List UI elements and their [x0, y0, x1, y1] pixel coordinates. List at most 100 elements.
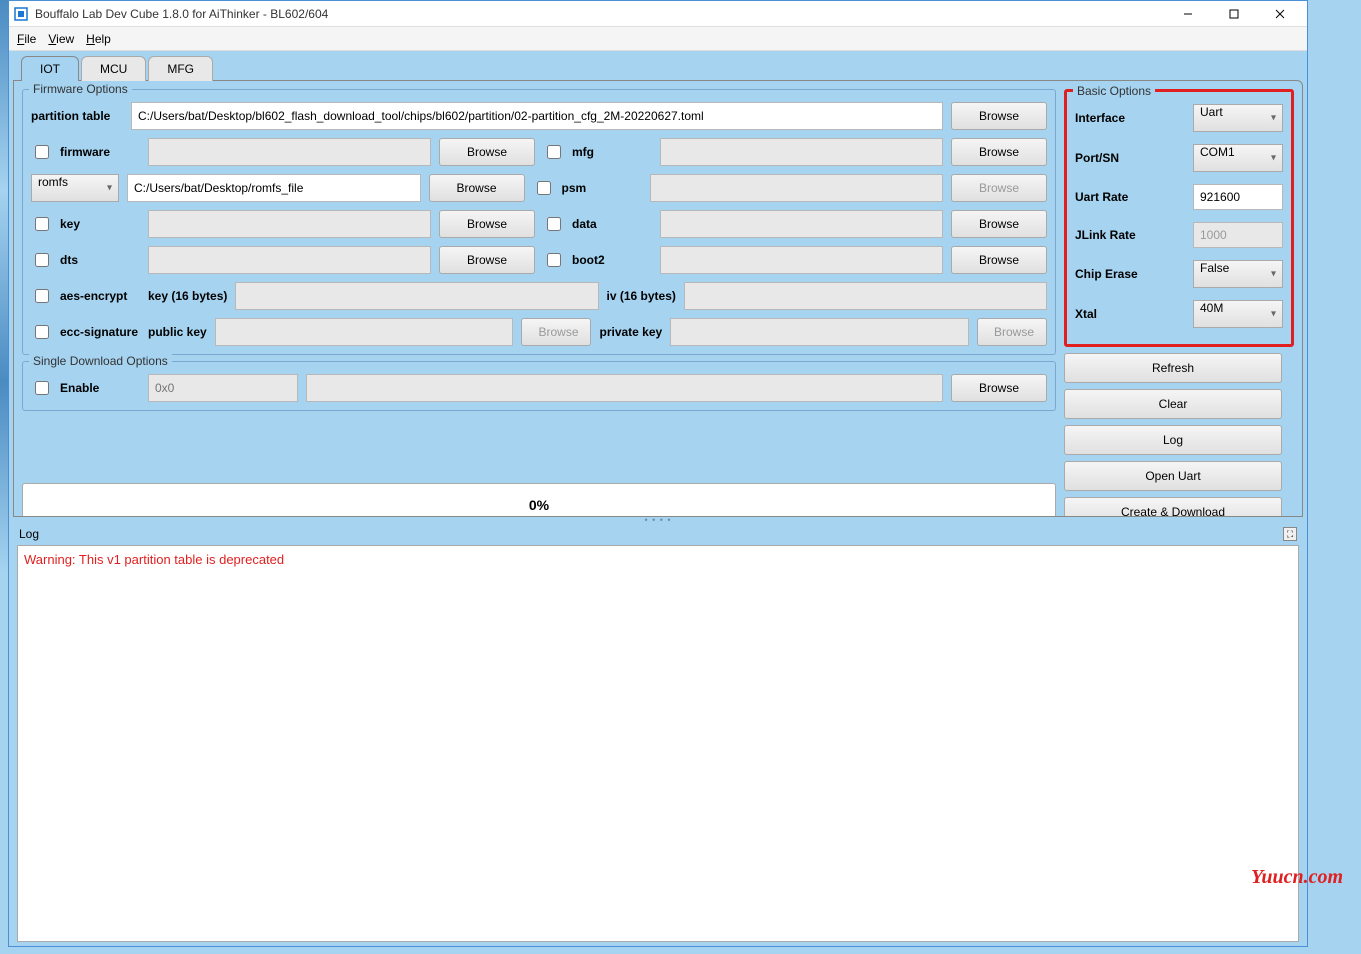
log-label: Log	[19, 527, 39, 541]
port-select[interactable]: COM1	[1193, 144, 1283, 172]
tab-panel-iot: Firmware Options partition table Browse …	[13, 80, 1303, 517]
enable-checkbox[interactable]	[35, 381, 49, 395]
create-download-button[interactable]: Create & Download	[1064, 497, 1282, 517]
port-label: Port/SN	[1075, 151, 1119, 165]
key-checkbox[interactable]	[35, 217, 49, 231]
jlink-rate-label: JLink Rate	[1075, 228, 1136, 242]
ecc-priv-label: private key	[599, 325, 662, 339]
data-browse-button[interactable]: Browse	[951, 210, 1047, 238]
aes-label: aes-encrypt	[60, 289, 140, 303]
xtal-select[interactable]: 40M	[1193, 300, 1283, 328]
tab-mcu[interactable]: MCU	[81, 56, 146, 81]
ecc-pub-label: public key	[148, 325, 207, 339]
basic-options-group: Basic Options Interface Uart Port/SN COM…	[1064, 89, 1294, 347]
log-content: Warning: This v1 partition table is depr…	[24, 552, 284, 567]
app-icon	[13, 6, 29, 22]
mfg-checkbox[interactable]	[547, 145, 561, 159]
boot2-checkbox[interactable]	[547, 253, 561, 267]
firmware-group-title: Firmware Options	[29, 82, 132, 96]
log-button[interactable]: Log	[1064, 425, 1282, 455]
mfg-label: mfg	[572, 145, 652, 159]
log-textarea[interactable]: Warning: This v1 partition table is depr…	[17, 545, 1299, 942]
maximize-button[interactable]	[1211, 1, 1257, 27]
interface-select[interactable]: Uart	[1193, 104, 1283, 132]
minimize-button[interactable]	[1165, 1, 1211, 27]
ecc-checkbox[interactable]	[35, 325, 49, 339]
interface-label: Interface	[1075, 111, 1125, 125]
download-file-input[interactable]	[306, 374, 943, 402]
enable-label: Enable	[60, 381, 140, 395]
aes-checkbox[interactable]	[35, 289, 49, 303]
menu-view[interactable]: View	[48, 32, 74, 46]
window-title: Bouffalo Lab Dev Cube 1.8.0 for AiThinke…	[35, 7, 1165, 21]
watermark: Yuucn.com	[1251, 866, 1343, 889]
dts-browse-button[interactable]: Browse	[439, 246, 535, 274]
download-browse-button[interactable]: Browse	[951, 374, 1047, 402]
menubar: File View Help	[9, 27, 1307, 51]
menu-file[interactable]: File	[17, 32, 36, 46]
psm-input[interactable]	[650, 174, 944, 202]
boot2-label: boot2	[572, 253, 652, 267]
key-label: key	[60, 217, 140, 231]
uart-rate-label: Uart Rate	[1075, 190, 1128, 204]
boot2-input[interactable]	[660, 246, 943, 274]
titlebar: Bouffalo Lab Dev Cube 1.8.0 for AiThinke…	[9, 1, 1307, 27]
window-controls	[1165, 1, 1303, 27]
basic-group-title: Basic Options	[1073, 84, 1155, 98]
uart-rate-input[interactable]	[1193, 184, 1283, 210]
jlink-rate-input[interactable]	[1193, 222, 1283, 248]
mfg-input[interactable]	[660, 138, 943, 166]
progress-bar: 0%	[22, 483, 1056, 517]
romfs-select[interactable]: romfs	[31, 174, 119, 202]
ecc-pub-input[interactable]	[215, 318, 514, 346]
boot2-browse-button[interactable]: Browse	[951, 246, 1047, 274]
psm-label: psm	[562, 181, 642, 195]
key-input[interactable]	[148, 210, 431, 238]
tab-strip: IOT MCU MFG	[21, 55, 1303, 80]
open-uart-button[interactable]: Open Uart	[1064, 461, 1282, 491]
expand-icon[interactable]: ⛶	[1283, 527, 1297, 541]
clear-button[interactable]: Clear	[1064, 389, 1282, 419]
aes-iv-label: iv (16 bytes)	[607, 289, 676, 303]
addr-input[interactable]	[148, 374, 298, 402]
firmware-checkbox[interactable]	[35, 145, 49, 159]
ecc-priv-input[interactable]	[670, 318, 969, 346]
xtal-label: Xtal	[1075, 307, 1097, 321]
chip-erase-label: Chip Erase	[1075, 267, 1138, 281]
firmware-input[interactable]	[148, 138, 431, 166]
log-section: Log ⛶ Warning: This v1 partition table i…	[13, 523, 1303, 946]
data-checkbox[interactable]	[547, 217, 561, 231]
menu-help[interactable]: Help	[86, 32, 111, 46]
firmware-browse-button[interactable]: Browse	[439, 138, 535, 166]
app-window: Bouffalo Lab Dev Cube 1.8.0 for AiThinke…	[8, 0, 1308, 947]
aes-iv-input[interactable]	[684, 282, 1047, 310]
psm-checkbox[interactable]	[537, 181, 551, 195]
psm-browse-button[interactable]: Browse	[951, 174, 1047, 202]
partition-label: partition table	[31, 109, 123, 123]
romfs-browse-button[interactable]: Browse	[429, 174, 525, 202]
content-area: IOT MCU MFG Firmware Options partition t…	[9, 51, 1307, 946]
tab-iot[interactable]: IOT	[21, 56, 79, 81]
screenshot-left-edge	[0, 0, 8, 954]
close-button[interactable]	[1257, 1, 1303, 27]
dts-label: dts	[60, 253, 140, 267]
ecc-label: ecc-signature	[60, 325, 140, 339]
refresh-button[interactable]: Refresh	[1064, 353, 1282, 383]
download-group-title: Single Download Options	[29, 354, 172, 368]
ecc-priv-browse-button[interactable]: Browse	[977, 318, 1047, 346]
aes-key-input[interactable]	[235, 282, 598, 310]
partition-browse-button[interactable]: Browse	[951, 102, 1047, 130]
dts-checkbox[interactable]	[35, 253, 49, 267]
firmware-options-group: Firmware Options partition table Browse …	[22, 89, 1056, 355]
romfs-input[interactable]	[127, 174, 421, 202]
chip-erase-select[interactable]: False	[1193, 260, 1283, 288]
mfg-browse-button[interactable]: Browse	[951, 138, 1047, 166]
data-input[interactable]	[660, 210, 943, 238]
key-browse-button[interactable]: Browse	[439, 210, 535, 238]
firmware-label: firmware	[60, 145, 140, 159]
tab-mfg[interactable]: MFG	[148, 56, 213, 81]
ecc-pub-browse-button[interactable]: Browse	[521, 318, 591, 346]
partition-input[interactable]	[131, 102, 943, 130]
data-label: data	[572, 217, 652, 231]
dts-input[interactable]	[148, 246, 431, 274]
